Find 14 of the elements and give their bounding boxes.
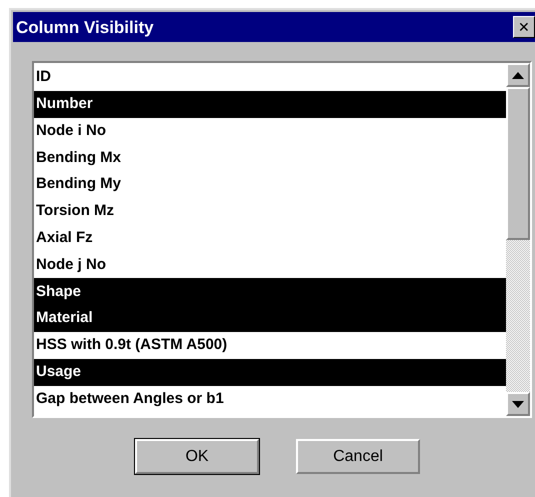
scroll-down-button[interactable] bbox=[506, 392, 530, 416]
window-title: Column Visibility bbox=[16, 18, 154, 36]
ok-button[interactable]: OK bbox=[134, 438, 260, 475]
column-list-item[interactable]: Material bbox=[34, 305, 506, 332]
cancel-button[interactable]: Cancel bbox=[295, 438, 421, 475]
column-list-item[interactable]: Usage bbox=[34, 358, 506, 386]
scrollbar[interactable] bbox=[506, 63, 530, 416]
scroll-up-button[interactable] bbox=[506, 63, 530, 87]
column-list-item[interactable]: Shape bbox=[34, 278, 506, 306]
scroll-thumb[interactable] bbox=[506, 87, 530, 240]
down-arrow-icon bbox=[512, 400, 524, 408]
column-list-item[interactable]: Number bbox=[34, 90, 506, 118]
up-arrow-icon bbox=[512, 72, 524, 78]
close-button[interactable]: ✕ bbox=[513, 16, 535, 38]
